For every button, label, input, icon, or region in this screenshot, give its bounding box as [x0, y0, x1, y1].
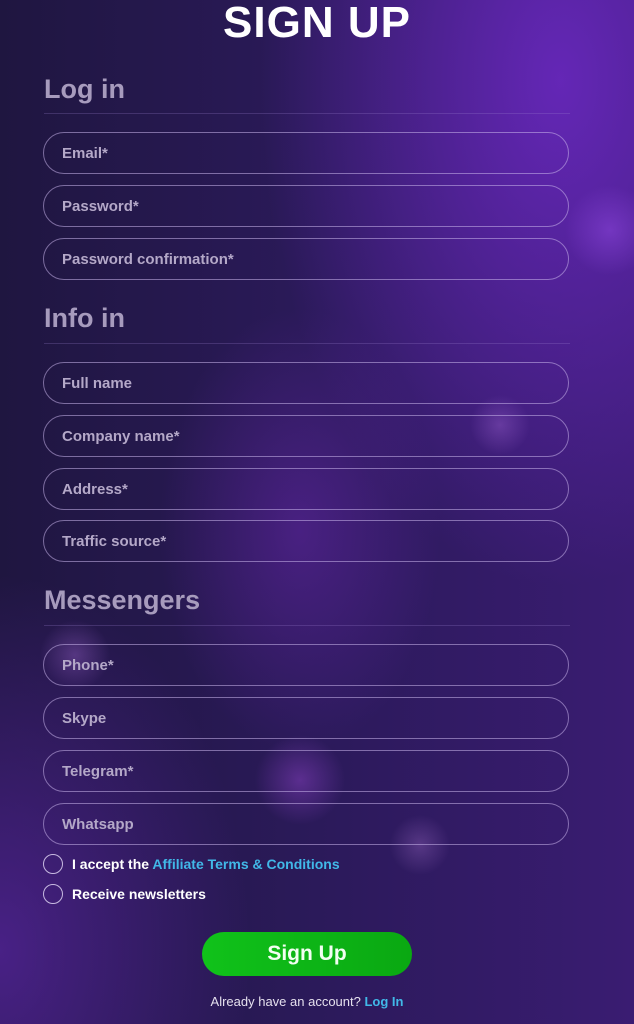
login-prompt: Already have an account? Log In [0, 994, 614, 1009]
login-link[interactable]: Log In [364, 994, 403, 1009]
company-name-input[interactable] [43, 415, 569, 457]
whatsapp-input[interactable] [43, 803, 569, 845]
terms-label: I accept the Affiliate Terms & Condition… [72, 856, 340, 872]
sign-up-button[interactable]: Sign Up [202, 932, 412, 976]
phone-input[interactable] [43, 644, 569, 686]
divider [44, 343, 570, 344]
section-title-info: Info in [44, 303, 125, 333]
password-input[interactable] [43, 185, 569, 227]
traffic-source-input[interactable] [43, 520, 569, 562]
terms-checkbox[interactable] [43, 854, 63, 874]
terms-link[interactable]: Affiliate Terms & Conditions [152, 856, 339, 872]
skype-input[interactable] [43, 697, 569, 739]
divider [44, 113, 570, 114]
password-confirmation-input[interactable] [43, 238, 569, 280]
terms-row: I accept the Affiliate Terms & Condition… [43, 854, 340, 874]
email-input[interactable] [43, 132, 569, 174]
newsletter-row: Receive newsletters [43, 884, 206, 904]
section-title-login: Log in [44, 74, 125, 104]
newsletter-checkbox[interactable] [43, 884, 63, 904]
full-name-input[interactable] [43, 362, 569, 404]
newsletter-label: Receive newsletters [72, 886, 206, 902]
page-title: SIGN UP [223, 0, 411, 47]
divider [44, 625, 570, 626]
telegram-input[interactable] [43, 750, 569, 792]
login-prompt-text: Already have an account? [210, 994, 365, 1009]
address-input[interactable] [43, 468, 569, 510]
section-title-messengers: Messengers [44, 585, 201, 615]
